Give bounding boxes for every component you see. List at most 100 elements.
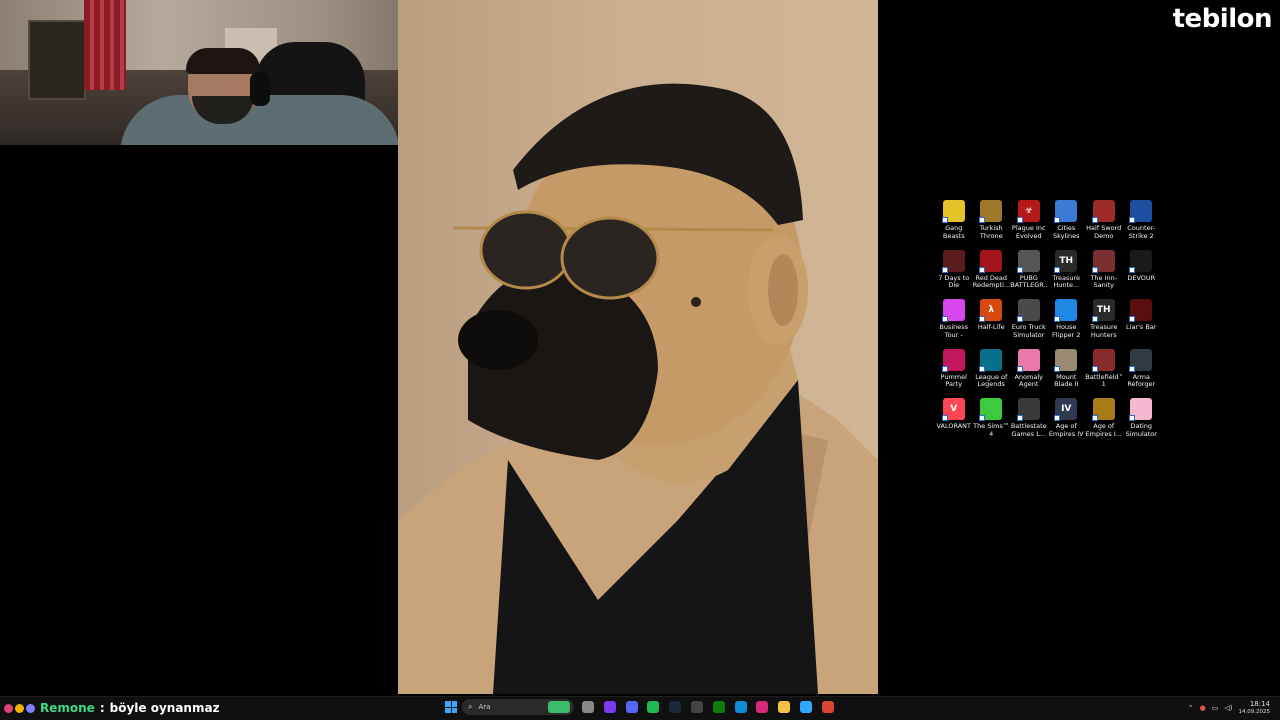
desktop-icon-label: Euro Truck Simulator 2	[1011, 324, 1046, 339]
brand-logo: tebilon	[1172, 4, 1273, 34]
desktop-icon[interactable]: TH Treasure Hunters	[1085, 299, 1123, 349]
search-placeholder: Ara	[478, 703, 491, 711]
game-shortcut-icon	[941, 200, 965, 223]
desktop-icon-label: League of Legends	[975, 373, 1008, 388]
microphone-icon[interactable]: ●	[1200, 704, 1206, 712]
desktop-icon[interactable]: DEVOUR	[1123, 249, 1161, 300]
desktop-icon-label: Treasure Hunte...	[1052, 274, 1081, 289]
windows-logo-icon	[445, 701, 451, 707]
webcam-shelf	[28, 20, 86, 100]
photoshop-icon[interactable]	[800, 701, 812, 713]
volume-icon[interactable]: ◁)	[1224, 704, 1232, 712]
game-shortcut-icon	[1054, 348, 1078, 372]
desktop-icon[interactable]: Battlefield™ 1	[1085, 348, 1123, 399]
desktop-icon[interactable]: The Sims™ 4	[973, 398, 1011, 448]
desktop-icon[interactable]: IV Age of Empires IV	[1048, 398, 1086, 448]
desktop-icon[interactable]: Dating Simulator	[1123, 398, 1161, 448]
game-shortcut-icon	[1091, 200, 1115, 223]
search-icon: ⌕	[468, 702, 473, 711]
folder-icon[interactable]	[778, 701, 791, 713]
desktop-icon[interactable]: 7 Days to Die	[935, 249, 973, 300]
instagram-icon[interactable]	[756, 701, 769, 713]
desktop-icon-label: The Sims™ 4	[973, 423, 1010, 438]
desktop-icon[interactable]: Gang Beasts	[935, 200, 973, 250]
desktop-icon-grid: Gang Beasts Turkish Throne ☣ Plague Inc Evo…	[935, 200, 1160, 448]
game-shortcut-icon	[979, 249, 1003, 273]
desktop-icon-label: Turkish Throne	[979, 225, 1003, 240]
desktop-icon[interactable]: PUBG BATTLEGR...	[1010, 249, 1048, 300]
desktop-icon[interactable]: TH Treasure Hunte...	[1048, 249, 1086, 300]
desktop-icon[interactable]: ☣ Plague Inc Evolved	[1010, 200, 1048, 250]
game-shortcut-icon	[941, 348, 965, 372]
clock-date: 14.09.2025	[1238, 709, 1271, 715]
game-shortcut-icon: TH	[1091, 299, 1115, 322]
desktop-icon-label: Red Dead Redempti...	[972, 274, 1010, 289]
desktop-icon-label: Dating Simulator	[1125, 423, 1157, 438]
game-shortcut-icon	[1054, 299, 1078, 322]
desktop-icon-label: Treasure Hunters	[1089, 324, 1118, 339]
game-shortcut-icon: V	[941, 398, 965, 421]
game-shortcut-icon	[1129, 348, 1153, 372]
game-shortcut-icon	[979, 398, 1003, 421]
desktop-icon[interactable]: The Inn-Sanity	[1085, 249, 1123, 300]
desktop-icon[interactable]: V VALORANT	[935, 398, 973, 448]
desktop-icon[interactable]: Anomaly Agent	[1010, 348, 1048, 399]
epic-icon[interactable]	[691, 701, 703, 713]
game-shortcut-icon	[1091, 398, 1115, 421]
windows-start-button[interactable]	[445, 701, 457, 713]
chat-message-text: böyle oynanmaz	[109, 701, 220, 715]
desktop-icon[interactable]: Cities Skylines	[1048, 200, 1086, 250]
desktop-icon[interactable]: Euro Truck Simulator 2	[1010, 299, 1048, 349]
desktop-icon[interactable]: Business Tour - Onli...	[935, 299, 973, 349]
desktop-icon[interactable]: Counter-Strike 2	[1123, 200, 1161, 250]
edge-icon[interactable]	[734, 701, 747, 713]
clock-time: 18:14	[1249, 700, 1270, 708]
spotify-icon[interactable]	[647, 701, 660, 713]
chrome-icon[interactable]	[821, 701, 834, 713]
desktop-icon[interactable]: House Flipper 2	[1048, 299, 1086, 349]
desktop-icon[interactable]: Half Sword Demo	[1085, 200, 1123, 250]
desktop-icon[interactable]: λ Half-Life	[973, 299, 1011, 349]
headset-icon	[250, 72, 270, 106]
desktop-icon-label: Business Tour - Onli...	[939, 324, 969, 339]
game-shortcut-icon	[1016, 299, 1040, 322]
desktop-icon-label: VALORANT	[936, 423, 971, 430]
meme-image	[398, 0, 878, 694]
xbox-icon[interactable]	[712, 701, 725, 713]
steam-icon[interactable]	[669, 701, 682, 713]
desktop-icon[interactable]: Pummel Party	[935, 348, 973, 399]
desktop-icon-label: Arma Reforger	[1127, 373, 1156, 388]
game-shortcut-icon: ☣	[1016, 200, 1040, 223]
chevron-up-icon[interactable]: ⌃	[1188, 704, 1194, 712]
desktop-icon-label: Half Sword Demo	[1086, 225, 1122, 240]
game-shortcut-icon	[1091, 348, 1115, 372]
desktop-icon[interactable]: Red Dead Redempti...	[972, 249, 1011, 300]
desktop-icon[interactable]: Turkish Throne	[973, 200, 1011, 250]
desktop-icon[interactable]: Arma Reforger	[1123, 348, 1161, 399]
game-shortcut-icon	[941, 299, 965, 322]
game-shortcut-icon	[979, 348, 1003, 372]
network-icon[interactable]: ▭	[1212, 704, 1219, 712]
obs-icon[interactable]	[603, 701, 616, 713]
dog-in-suit-illustration	[398, 83, 878, 694]
discord-icon[interactable]	[625, 701, 638, 713]
desktop-icon-label: 7 Days to Die	[938, 274, 970, 289]
browser-icon[interactable]	[548, 701, 570, 713]
desktop-icon[interactable]: Mount Blade II Bannerlord	[1048, 348, 1086, 399]
game-shortcut-icon: TH	[1054, 249, 1078, 273]
chat-badge-icon	[4, 703, 13, 713]
desktop-icon[interactable]: Liar's Bar	[1123, 299, 1161, 349]
game-shortcut-icon	[1016, 249, 1040, 273]
desktop-icon-label: DEVOUR	[1127, 274, 1156, 282]
desktop-icon[interactable]: League of Legends	[973, 348, 1011, 399]
webcam-curtain	[84, 0, 126, 90]
taskbar-clock[interactable]: 18:14 14.09.2025	[1239, 700, 1271, 716]
game-shortcut-icon	[1091, 249, 1115, 273]
desktop-icon[interactable]: Battlestate Games L...	[1010, 398, 1048, 448]
desktop-icon-label: Battlestate Games L...	[1010, 423, 1047, 438]
desktop-icon[interactable]: Age of Empires I...	[1085, 398, 1123, 448]
desktop-icon-label: House Flipper 2	[1052, 324, 1081, 339]
files-icon[interactable]	[582, 701, 594, 713]
desktop-icon-label: Gang Beasts	[942, 225, 965, 240]
desktop-icon-label: Age of Empires IV	[1048, 423, 1084, 438]
